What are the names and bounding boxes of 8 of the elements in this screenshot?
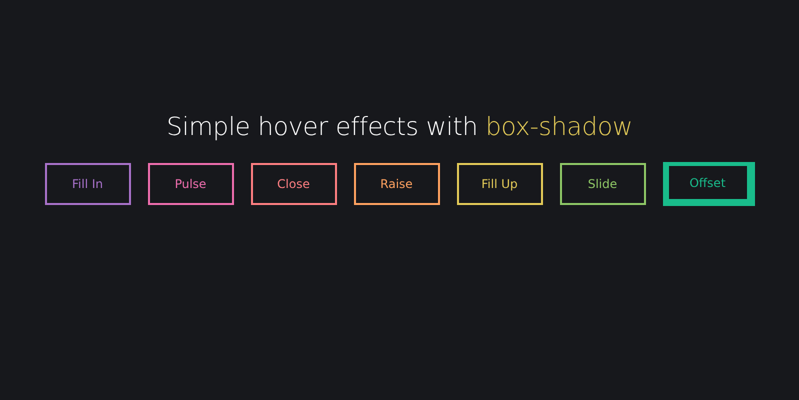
effect-button[interactable]: Close	[250, 163, 336, 205]
effect-button[interactable]: Pulse	[148, 163, 234, 205]
effect-button[interactable]: Slide	[560, 163, 646, 205]
effect-button[interactable]: Raise	[354, 163, 440, 205]
page-heading: Simple hover effects with box-shadow	[166, 112, 632, 141]
effect-button[interactable]: Fill Up	[456, 163, 542, 205]
effect-button[interactable]: Fill In	[44, 163, 130, 205]
effect-button[interactable]: Offset	[662, 162, 754, 206]
